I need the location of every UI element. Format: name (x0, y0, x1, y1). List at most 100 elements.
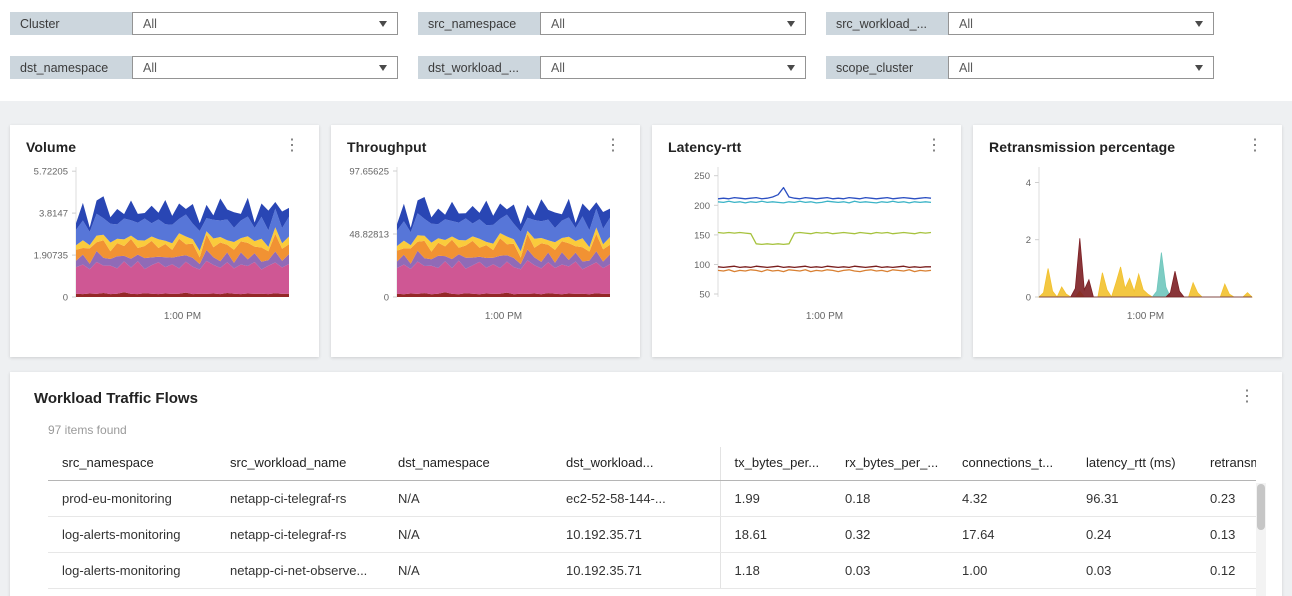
table-cell: netapp-ci-telegraf-rs (216, 481, 384, 517)
svg-text:50: 50 (699, 290, 710, 301)
column-header[interactable]: connections_t... (948, 447, 1072, 481)
workload-traffic-flows-card: Workload Traffic Flows ⋮ 97 items found … (10, 372, 1282, 596)
table-cell: N/A (384, 481, 552, 517)
table-cell: 1.00 (948, 553, 1072, 589)
table-cell: 17.64 (948, 517, 1072, 553)
chart-card-header: Latency-rtt ⋮ (668, 139, 945, 155)
chart-kebab-menu-icon[interactable]: ⋮ (923, 139, 945, 153)
table-cell: 18.61 (720, 517, 831, 553)
svg-text:1.90735: 1.90735 (34, 251, 68, 262)
chart-plot: 01.907353.81475.722051:00 PM (26, 159, 303, 329)
chart-card-header: Retransmission percentage ⋮ (989, 139, 1266, 155)
chart-title: Retransmission percentage (989, 139, 1175, 155)
column-header[interactable]: dst_workload... (552, 447, 720, 481)
table-row[interactable]: log-alerts-monitoringnetapp-ci-net-obser… (48, 553, 1256, 589)
svg-text:4: 4 (1026, 178, 1031, 189)
filter-dropdown[interactable]: All (132, 12, 398, 35)
filter-row-2: dst_namespace All dst_workload_... All s… (10, 56, 1282, 79)
table-cell: 0.03 (831, 553, 948, 589)
filter-value: All (143, 61, 157, 75)
chevron-down-icon (787, 65, 795, 71)
filter-label: Cluster (10, 12, 132, 35)
svg-text:200: 200 (694, 201, 710, 212)
chart-card: Retransmission percentage ⋮ 0241:00 PM (973, 125, 1282, 357)
filter-dropdown[interactable]: All (540, 12, 806, 35)
table-cell: netapp-ci-telegraf-rs (216, 517, 384, 553)
table-cell: 96.31 (1072, 481, 1196, 517)
table-row[interactable]: prod-eu-monitoringnetapp-ci-telegraf-rsN… (48, 481, 1256, 517)
svg-text:2: 2 (1026, 235, 1031, 246)
chart-kebab-menu-icon[interactable]: ⋮ (1244, 139, 1266, 153)
svg-text:5.72205: 5.72205 (34, 167, 68, 178)
table-cell: N/A (384, 517, 552, 553)
chart-card: Latency-rtt ⋮ 501001502002501:00 PM (652, 125, 961, 357)
chevron-down-icon (1195, 65, 1203, 71)
filter-label: dst_namespace (10, 56, 132, 79)
table-cell: 0.23 (1196, 481, 1256, 517)
table-cell: 10.192.35.71 (552, 517, 720, 553)
table-cell: prod-eu-monitoring (48, 481, 216, 517)
filter-value: All (551, 17, 565, 31)
table-wrap: src_namespacesrc_workload_namedst_namesp… (48, 447, 1256, 589)
table-cell: 1.99 (720, 481, 831, 517)
chart-title: Throughput (347, 139, 427, 155)
column-header[interactable]: rx_bytes_per_... (831, 447, 948, 481)
column-header[interactable]: latency_rtt (ms) (1072, 447, 1196, 481)
filter-bar: Cluster All src_namespace All src_worklo… (0, 0, 1292, 101)
column-header[interactable]: retransm... (1196, 447, 1256, 481)
table-cell: ec2-52-58-144-... (552, 481, 720, 517)
svg-text:1:00 PM: 1:00 PM (164, 311, 201, 322)
table-cell: 0.18 (831, 481, 948, 517)
items-found-label: 97 items found (48, 423, 1258, 437)
column-header[interactable]: src_namespace (48, 447, 216, 481)
svg-text:0: 0 (63, 293, 68, 304)
filter-label: scope_cluster (826, 56, 948, 79)
filter-row-1: Cluster All src_namespace All src_worklo… (10, 12, 1282, 35)
table-scrollbar[interactable] (1256, 483, 1266, 596)
svg-text:1:00 PM: 1:00 PM (485, 311, 522, 322)
column-header[interactable]: src_workload_name (216, 447, 384, 481)
table-cell: 0.32 (831, 517, 948, 553)
filter-value: All (959, 61, 973, 75)
table-body: prod-eu-monitoringnetapp-ci-telegraf-rsN… (48, 481, 1256, 589)
table-cell: netapp-ci-net-observe... (216, 553, 384, 589)
column-header[interactable]: dst_namespace (384, 447, 552, 481)
traffic-flows-table: src_namespacesrc_workload_namedst_namesp… (48, 447, 1256, 589)
chart-kebab-menu-icon[interactable]: ⋮ (281, 139, 303, 153)
table-cell: 1.18 (720, 553, 831, 589)
chart-cards-row: Volume ⋮ 01.907353.81475.722051:00 PM Th… (10, 125, 1282, 357)
chevron-down-icon (379, 65, 387, 71)
table-header-row: src_namespacesrc_workload_namedst_namesp… (48, 447, 1256, 481)
svg-text:150: 150 (694, 230, 710, 241)
column-header[interactable]: tx_bytes_per... (720, 447, 831, 481)
filter-label: src_workload_... (826, 12, 948, 35)
filter-control: src_namespace All (418, 12, 806, 35)
chart-card: Throughput ⋮ 048.8281397.656251:00 PM (331, 125, 640, 357)
table-cell: 0.12 (1196, 553, 1256, 589)
filter-control: scope_cluster All (826, 56, 1214, 79)
svg-text:97.65625: 97.65625 (349, 167, 389, 178)
scrollbar-thumb[interactable] (1257, 484, 1265, 530)
filter-control: dst_workload_... All (418, 56, 806, 79)
filter-value: All (143, 17, 157, 31)
chevron-down-icon (1195, 21, 1203, 27)
table-kebab-menu-icon[interactable]: ⋮ (1236, 390, 1258, 404)
svg-text:48.82813: 48.82813 (349, 230, 389, 241)
chart-kebab-menu-icon[interactable]: ⋮ (602, 139, 624, 153)
table-cell: log-alerts-monitoring (48, 553, 216, 589)
filter-dropdown[interactable]: All (540, 56, 806, 79)
chart-title: Volume (26, 139, 76, 155)
svg-text:100: 100 (694, 260, 710, 271)
filter-label: src_namespace (418, 12, 540, 35)
table-cell: N/A (384, 553, 552, 589)
chart-plot: 048.8281397.656251:00 PM (347, 159, 624, 329)
filter-label: dst_workload_... (418, 56, 540, 79)
table-row[interactable]: log-alerts-monitoringnetapp-ci-telegraf-… (48, 517, 1256, 553)
filter-dropdown[interactable]: All (132, 56, 398, 79)
filter-value: All (551, 61, 565, 75)
table-cell: 10.192.35.71 (552, 553, 720, 589)
table-card-title: Workload Traffic Flows (34, 390, 198, 407)
filter-dropdown[interactable]: All (948, 56, 1214, 79)
filter-dropdown[interactable]: All (948, 12, 1214, 35)
svg-text:0: 0 (1026, 293, 1031, 304)
